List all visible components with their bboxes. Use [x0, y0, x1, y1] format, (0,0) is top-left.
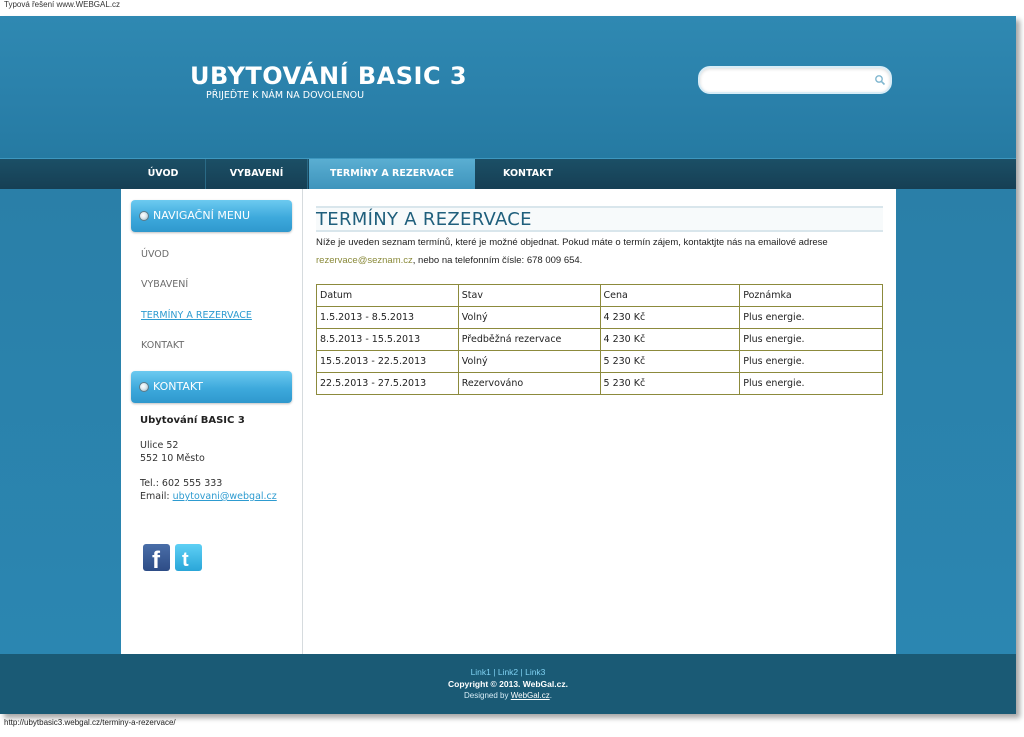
table-row: 8.5.2013 - 15.5.2013 Předběžná rezervace…	[316, 328, 883, 351]
status-bar-url: http://ubytbasic3.webgal.cz/terminy-a-re…	[4, 718, 176, 727]
table-header-cell: Stav	[457, 284, 601, 307]
table-cell: Plus energie.	[739, 350, 883, 373]
nav-menu-title: NAVIGAČNÍ MENU	[153, 209, 251, 222]
table-cell: 5 230 Kč	[599, 350, 741, 373]
site-subtitle: PŘIJEĎTE K NÁM NA DOVOLENOU	[206, 90, 365, 101]
contact-phone: Tel.: 602 555 333	[140, 478, 223, 489]
svg-text:f: f	[152, 547, 161, 571]
contact-city: 552 10 Město	[140, 453, 205, 464]
browser-frame: Typová řešení www.WEBGAL.cz UBYTOVÁNÍ BA…	[0, 0, 1024, 737]
sidebar-link-vybaveni[interactable]: VYBAVENÍ	[141, 279, 188, 290]
table-cell: 4 230 Kč	[599, 328, 741, 351]
contact-title: KONTAKT	[153, 380, 203, 393]
footer-link-3[interactable]: Link3	[525, 667, 545, 677]
contact-heading: KONTAKT	[131, 371, 292, 403]
table-header-cell: Poznámka	[739, 284, 883, 307]
page-title: TERMÍNY A REZERVACE	[316, 206, 883, 232]
designed-suffix: .	[549, 691, 552, 700]
table-cell: Plus energie.	[739, 328, 883, 351]
table-cell: 22.5.2013 - 27.5.2013	[316, 372, 459, 395]
table-cell: 8.5.2013 - 15.5.2013	[316, 328, 459, 351]
footer-link-1[interactable]: Link1	[471, 667, 491, 677]
contact-street: Ulice 52	[140, 440, 179, 451]
facebook-icon[interactable]: f	[143, 544, 170, 574]
footer-links: Link1 | Link2 | Link3	[470, 667, 546, 677]
table-header-cell: Cena	[599, 284, 741, 307]
table-row: 1.5.2013 - 8.5.2013 Volný 4 230 Kč Plus …	[316, 306, 883, 329]
table-header-cell: Datum	[316, 284, 459, 307]
terms-table: Datum Stav Cena Poznámka 1.5.2013 - 8.5.…	[316, 284, 883, 395]
column-divider	[302, 189, 303, 654]
table-cell: Plus energie.	[739, 372, 883, 395]
table-cell: 4 230 Kč	[599, 306, 741, 329]
nav-menu-heading: NAVIGAČNÍ MENU	[131, 200, 292, 232]
contact-name: Ubytování BASIC 3	[140, 415, 245, 426]
bullet-icon	[139, 211, 149, 221]
nav-item-uvod[interactable]: ÚVOD	[121, 159, 206, 189]
footer-designed-by: Designed by WebGal.cz.	[0, 691, 1016, 700]
contact-email-link[interactable]: ubytovani@webgal.cz	[173, 491, 277, 502]
designed-link[interactable]: WebGal.cz	[511, 691, 550, 700]
footer-link-2[interactable]: Link2	[498, 667, 518, 677]
footer-copyright: Copyright © 2013. WebGal.cz.	[448, 679, 568, 689]
table-row: 22.5.2013 - 27.5.2013 Rezervováno 5 230 …	[316, 372, 883, 395]
sidebar-link-kontakt[interactable]: KONTAKT	[141, 340, 184, 351]
table-cell: Rezervováno	[457, 372, 601, 395]
intro-email-link[interactable]: rezervace@seznam.cz	[316, 255, 413, 266]
table-cell: 5 230 Kč	[599, 372, 741, 395]
search-box[interactable]	[698, 66, 892, 94]
main-nav: ÚVOD VYBAVENÍ TERMÍNY A REZERVACE KONTAK…	[0, 158, 1016, 189]
svg-text:t: t	[182, 549, 189, 571]
intro-part1: Níže je uveden seznam termínů, které je …	[316, 237, 828, 248]
designed-prefix: Designed by	[464, 691, 511, 700]
top-note: Typová řešení www.WEBGAL.cz	[4, 0, 121, 9]
site-title[interactable]: UBYTOVÁNÍ BASIC 3	[190, 62, 467, 90]
nav-item-terminy[interactable]: TERMÍNY A REZERVACE	[309, 159, 475, 189]
header: UBYTOVÁNÍ BASIC 3 PŘIJEĎTE K NÁM NA DOVO…	[0, 16, 1016, 158]
table-header-row: Datum Stav Cena Poznámka	[316, 284, 883, 307]
sidebar-link-terminy[interactable]: TERMÍNY A REZERVACE	[141, 310, 252, 321]
background-left	[0, 189, 121, 654]
table-cell: Volný	[457, 350, 601, 373]
nav-item-vybaveni[interactable]: VYBAVENÍ	[206, 159, 308, 189]
nav-item-kontakt[interactable]: KONTAKT	[475, 159, 581, 189]
contact-email-row: Email: ubytovani@webgal.cz	[140, 491, 277, 502]
table-row: 15.5.2013 - 22.5.2013 Volný 5 230 Kč Plu…	[316, 350, 883, 373]
table-cell: 1.5.2013 - 8.5.2013	[316, 306, 459, 329]
table-cell: Předběžná rezervace	[457, 328, 601, 351]
search-icon[interactable]	[874, 74, 886, 86]
intro-text: Níže je uveden seznam termínů, které je …	[316, 234, 884, 270]
background-right	[896, 189, 1016, 654]
twitter-icon[interactable]: t	[175, 544, 202, 571]
table-cell: Plus energie.	[739, 306, 883, 329]
intro-part2: , nebo na telefonním čísle: 678 009 654.	[412, 255, 583, 266]
contact-email-label: Email:	[140, 491, 173, 502]
page: UBYTOVÁNÍ BASIC 3 PŘIJEĎTE K NÁM NA DOVO…	[0, 16, 1016, 714]
sidebar-link-uvod[interactable]: ÚVOD	[141, 249, 169, 260]
table-cell: 15.5.2013 - 22.5.2013	[316, 350, 459, 373]
table-cell: Volný	[457, 306, 601, 329]
bullet-icon	[139, 382, 149, 392]
